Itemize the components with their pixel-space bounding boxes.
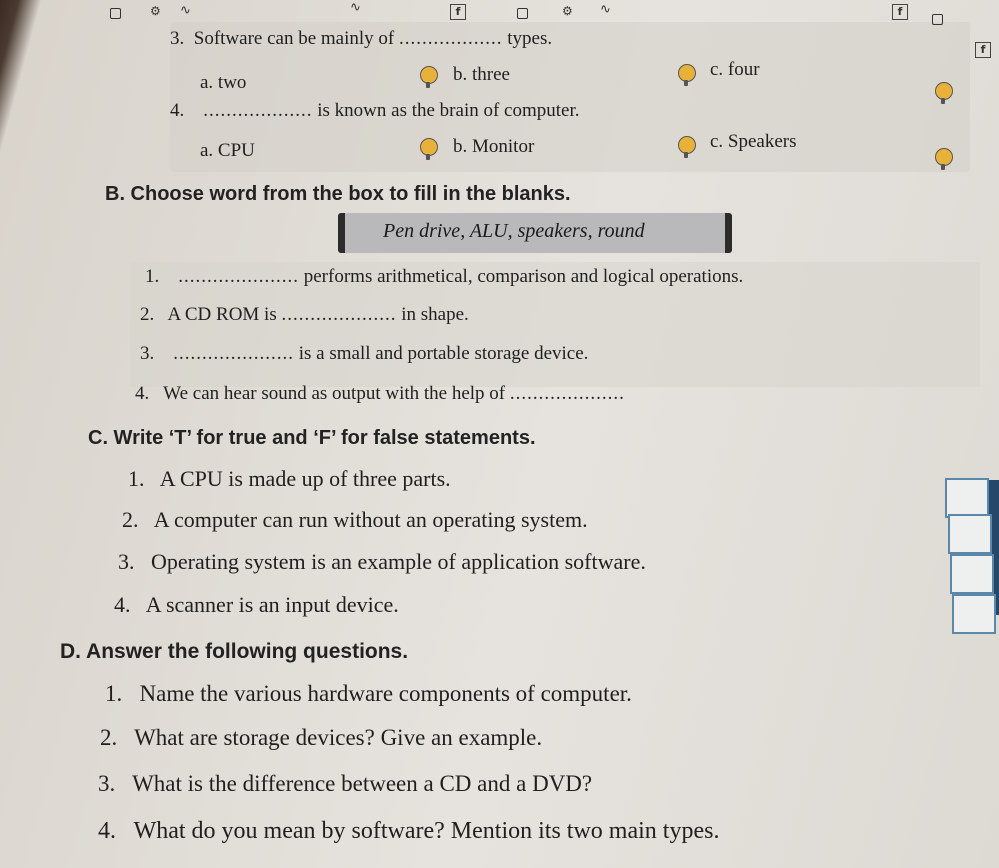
gear-icon: ⚙ xyxy=(150,4,161,18)
question-a4: 4. ................... is known as the b… xyxy=(170,100,580,121)
blank-item-2: 2. A CD ROM is .................... in s… xyxy=(140,304,469,325)
f-icon: f xyxy=(975,42,991,58)
question-d1: 1. Name the various hardware components … xyxy=(105,681,632,706)
option-a3-b: b. three xyxy=(453,64,510,85)
box-icon xyxy=(517,8,528,19)
option-a3-a: a. two xyxy=(200,72,247,93)
section-b-heading: B. Choose word from the box to fill in t… xyxy=(105,183,571,205)
option-a4-b: b. Monitor xyxy=(453,136,535,157)
wave-icon: ∿ xyxy=(350,0,361,15)
bullet-icon xyxy=(935,82,953,104)
question-d3: 3. What is the difference between a CD a… xyxy=(98,771,593,796)
section-d-heading: D. Answer the following questions. xyxy=(60,640,409,663)
question-d4: 4. What do you mean by software? Mention… xyxy=(98,818,720,844)
option-a4-a: a. CPU xyxy=(200,140,255,161)
word-box: Pen drive, ALU, speakers, round xyxy=(338,213,732,253)
answer-box-3[interactable] xyxy=(950,554,994,594)
blank-item-3: 3. ..................... is a small and … xyxy=(140,343,589,364)
question-d2: 2. What are storage devices? Give an exa… xyxy=(100,725,543,750)
gear-icon: ⚙ xyxy=(562,4,573,18)
decorative-icon-strip: ⚙ ∿ ∿ f ⚙ ∿ f f xyxy=(80,0,991,58)
f-icon: f xyxy=(450,4,466,20)
tf-item-1: 1. A CPU is made up of three parts. xyxy=(128,466,451,491)
option-a3-c: c. four xyxy=(710,59,760,80)
bullet-icon xyxy=(678,136,696,158)
bullet-icon xyxy=(935,148,953,170)
worksheet-page: ⚙ ∿ ∿ f ⚙ ∿ f f 3. Software can be mainl… xyxy=(0,0,999,868)
tf-item-4: 4. A scanner is an input device. xyxy=(114,592,399,617)
question-a3: 3. Software can be mainly of ...........… xyxy=(170,28,553,49)
answer-box-2[interactable] xyxy=(948,514,992,554)
f-icon: f xyxy=(892,4,908,20)
box-icon xyxy=(932,14,943,25)
bullet-icon xyxy=(420,138,438,160)
word-box-text: Pen drive, ALU, speakers, round xyxy=(383,220,645,242)
wave-icon: ∿ xyxy=(180,3,191,18)
blank-item-4: 4. We can hear sound as output with the … xyxy=(135,383,625,404)
option-a4-c: c. Speakers xyxy=(710,131,797,152)
bullet-icon xyxy=(420,66,438,88)
answer-box-4[interactable] xyxy=(952,594,996,634)
wave-icon: ∿ xyxy=(600,2,611,17)
blank-item-1: 1. ..................... performs arithm… xyxy=(145,266,744,287)
answer-box-1[interactable] xyxy=(945,478,989,518)
box-icon xyxy=(110,8,121,19)
tf-item-3: 3. Operating system is an example of app… xyxy=(118,549,646,574)
bullet-icon xyxy=(678,64,696,86)
section-c-heading: C. Write ‘T’ for true and ‘F’ for false … xyxy=(88,427,536,449)
tf-item-2: 2. A computer can run without an operati… xyxy=(122,507,588,532)
